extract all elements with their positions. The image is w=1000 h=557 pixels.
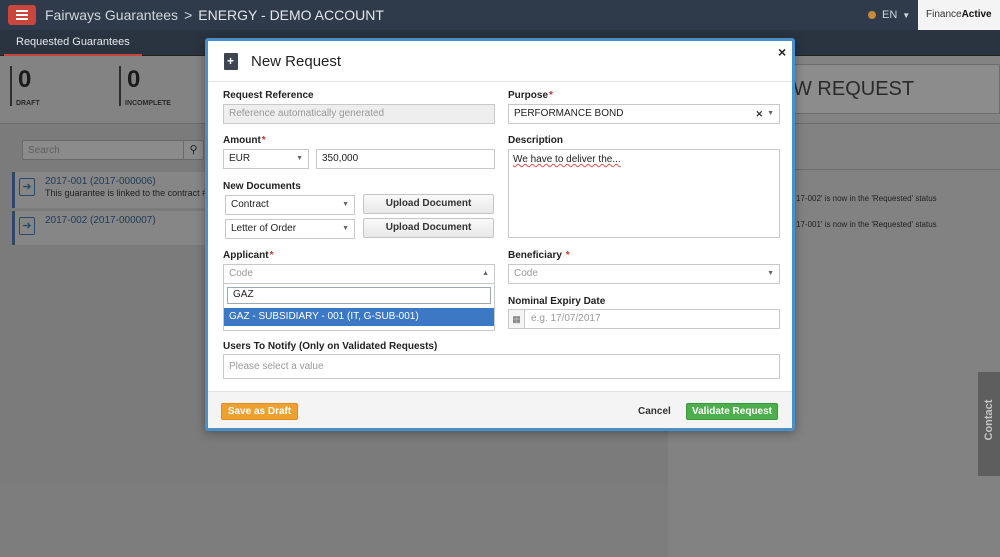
contact-tab[interactable]: Contact	[978, 372, 1000, 476]
description-label: Description	[508, 135, 564, 146]
document-type-value: Contract	[231, 199, 269, 210]
activity-item: 17-002' is now in the 'Requested' status	[796, 194, 937, 203]
currency-select[interactable]: EUR ▼	[223, 149, 309, 169]
page-footer-area	[0, 486, 668, 557]
chevron-down-icon: ▼	[767, 270, 774, 277]
purpose-label: Purpose*	[508, 90, 553, 101]
chevron-down-icon: ▼	[902, 11, 911, 20]
chevron-down-icon: ▼	[342, 201, 349, 208]
account-name[interactable]: ENERGY - DEMO ACCOUNT	[198, 7, 384, 23]
app-header: Fairways Guarantees > ENERGY - DEMO ACCOUN…	[0, 0, 1000, 30]
document-type-select[interactable]: Letter of Order ▼	[225, 219, 355, 239]
calendar-icon[interactable]: ▦	[509, 310, 525, 328]
breadcrumb-separator: >	[184, 7, 193, 23]
description-value: We have to deliver the...	[513, 154, 621, 165]
beneficiary-placeholder: Code	[514, 268, 538, 279]
guarantee-icon: ➜	[19, 178, 35, 196]
list-item[interactable]: ➜ 2017-001 (2017-000006) This guarantee …	[12, 172, 212, 208]
menu-icon[interactable]	[8, 5, 36, 25]
new-document-icon	[224, 53, 238, 70]
beneficiary-label-text: Beneficiary	[508, 250, 562, 261]
guarantee-icon: ➜	[19, 217, 35, 235]
amount-label: Amount*	[223, 135, 266, 146]
purpose-label-text: Purpose	[508, 90, 549, 101]
brand-prefix: Finance	[926, 9, 962, 20]
applicant-label-text: Applicant	[223, 250, 269, 261]
search-box: ⚲	[22, 140, 204, 160]
guarantee-ref[interactable]: 2017-002 (2017-000007)	[45, 215, 156, 226]
brand-suffix: Active	[961, 9, 992, 20]
applicant-dropdown: GAZ GAZ - SUBSIDIARY - 001 (IT, G-SUB-00…	[223, 283, 495, 331]
clear-icon[interactable]: ✕	[755, 105, 763, 123]
search-input[interactable]	[23, 141, 183, 159]
search-icon[interactable]: ⚲	[183, 141, 203, 159]
document-type-value: Letter of Order	[231, 223, 297, 234]
stat-draft-label: DRAFT	[16, 100, 40, 107]
applicant-option[interactable]: GAZ - SUBSIDIARY - 001 (IT, G-SUB-001)	[224, 308, 494, 326]
save-as-draft-button[interactable]: Save as Draft	[221, 403, 298, 420]
stat-incomplete[interactable]: 0 INCOMPLETE	[119, 66, 171, 107]
chevron-down-icon: ▼	[767, 110, 774, 117]
chevron-down-icon: ▼	[296, 155, 303, 162]
nominal-expiry-input[interactable]: ▦ e.g. 17/07/2017	[508, 309, 780, 329]
nominal-expiry-placeholder: e.g. 17/07/2017	[531, 313, 601, 324]
guarantee-ref[interactable]: 2017-001 (2017-000006)	[45, 176, 156, 187]
request-reference-field: Reference automatically generated	[223, 104, 495, 124]
validate-request-button[interactable]: Validate Request	[686, 403, 778, 420]
close-icon[interactable]: ×	[778, 44, 786, 60]
guarantee-desc: This guarantee is linked to the contract…	[45, 188, 213, 198]
beneficiary-label: Beneficiary *	[508, 250, 570, 261]
new-request-modal: × New Request Request Reference Referenc…	[205, 38, 795, 431]
applicant-label: Applicant*	[223, 250, 273, 261]
brand-logo: FinanceActive	[918, 0, 1000, 30]
description-textarea[interactable]: We have to deliver the...	[508, 149, 780, 238]
language-switcher[interactable]: EN ▼	[868, 9, 910, 21]
users-to-notify-select[interactable]: Please select a value	[223, 354, 780, 379]
required-mark: *	[549, 90, 553, 101]
divider	[208, 81, 792, 82]
breadcrumb: Fairways Guarantees > ENERGY - DEMO ACCOUN…	[45, 7, 384, 23]
amount-input[interactable]: 350,000	[316, 149, 495, 169]
nominal-expiry-label: Nominal Expiry Date	[508, 296, 606, 307]
tab-requested-guarantees[interactable]: Requested Guarantees	[4, 30, 142, 56]
stat-draft[interactable]: 0 DRAFT	[10, 66, 40, 107]
chevron-down-icon: ▼	[342, 225, 349, 232]
cancel-button[interactable]: Cancel	[638, 406, 671, 417]
purpose-select[interactable]: PERFORMANCE BOND ✕ ▼	[508, 104, 780, 124]
upload-document-button[interactable]: Upload Document	[363, 218, 494, 238]
users-to-notify-label: Users To Notify (Only on Validated Reque…	[223, 341, 438, 352]
activity-item: 17-001' is now in the 'Requested' status	[796, 220, 937, 229]
beneficiary-select[interactable]: Code ▼	[508, 264, 780, 284]
currency-value: EUR	[229, 153, 251, 164]
language-label: EN	[882, 9, 898, 21]
new-request-button[interactable]: W REQUEST	[792, 64, 1000, 114]
chevron-up-icon: ▲	[482, 270, 489, 277]
required-mark: *	[269, 250, 274, 261]
required-mark: *	[565, 250, 570, 261]
applicant-search-input[interactable]: GAZ	[227, 287, 491, 304]
applicant-select[interactable]: Code ▲	[223, 264, 495, 284]
required-mark: *	[261, 135, 266, 146]
document-type-select[interactable]: Contract ▼	[225, 195, 355, 215]
stat-incomplete-label: INCOMPLETE	[125, 100, 171, 107]
contact-label: Contact	[983, 399, 995, 441]
request-reference-label: Request Reference	[223, 90, 314, 101]
modal-footer: Save as Draft Cancel Validate Request	[208, 391, 792, 428]
new-documents-label: New Documents	[223, 181, 301, 192]
flag-icon	[868, 11, 876, 19]
modal-title: New Request	[251, 53, 342, 70]
list-item[interactable]: ➜ 2017-002 (2017-000007)	[12, 211, 208, 245]
amount-label-text: Amount	[223, 135, 261, 146]
applicant-placeholder: Code	[229, 268, 253, 279]
app-name[interactable]: Fairways Guarantees	[45, 7, 178, 23]
upload-document-button[interactable]: Upload Document	[363, 194, 494, 214]
purpose-value: PERFORMANCE BOND	[514, 108, 624, 119]
